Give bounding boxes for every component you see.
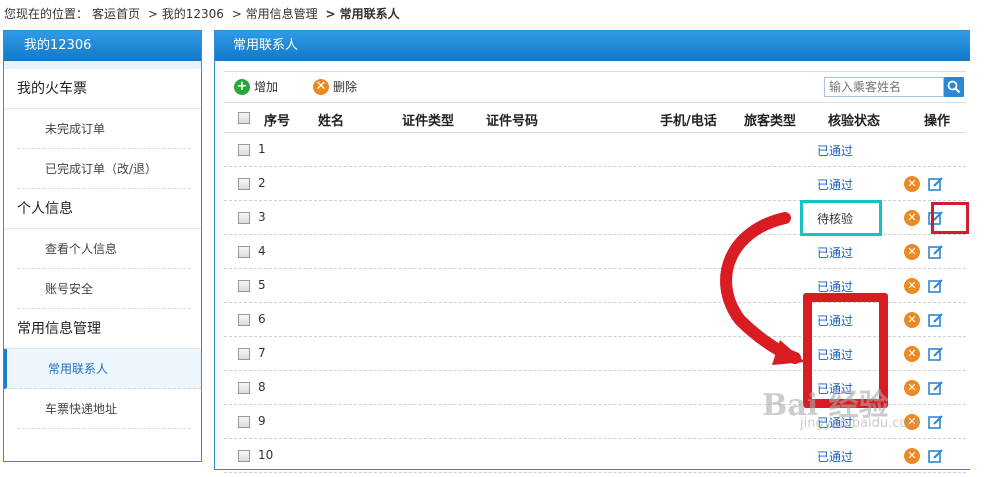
- panel-title: 常用联系人: [215, 31, 970, 61]
- col-actions: 操作: [924, 114, 951, 129]
- row-seq: 8: [258, 380, 266, 394]
- delete-row-icon[interactable]: ✕: [904, 244, 920, 260]
- sidebar-menu: 我的火车票 未完成订单 已完成订单（改/退） 个人信息 查看个人信息 账号安全 …: [4, 61, 201, 461]
- delete-row-icon[interactable]: ✕: [904, 210, 920, 226]
- edit-icon[interactable]: [928, 244, 944, 260]
- col-phone: 手机/电话: [660, 114, 717, 129]
- edit-icon[interactable]: [928, 278, 944, 294]
- edit-icon[interactable]: [928, 448, 944, 464]
- sidebar: 我的12306 我的火车票 未完成订单 已完成订单（改/退） 个人信息 查看个人…: [3, 30, 202, 462]
- sidebar-item-contacts[interactable]: 常用联系人: [4, 349, 201, 389]
- row-checkbox[interactable]: [238, 246, 250, 258]
- breadcrumb-current: > 常用联系人: [325, 7, 400, 21]
- add-button-label: 增加: [254, 80, 279, 94]
- edit-icon[interactable]: [928, 380, 944, 396]
- delete-icon: ✕: [313, 79, 329, 95]
- add-button[interactable]: + 增加: [234, 78, 278, 96]
- row-seq: 3: [258, 210, 266, 224]
- breadcrumb-prefix: 您现在的位置：: [4, 7, 89, 21]
- delete-button[interactable]: ✕ 删除: [313, 78, 357, 96]
- row-seq: 5: [258, 278, 266, 292]
- row-status[interactable]: 已通过: [817, 244, 853, 261]
- row-checkbox[interactable]: [238, 450, 250, 462]
- sidebar-item-delivery-address[interactable]: 车票快递地址: [17, 389, 191, 429]
- sidebar-section-common-info[interactable]: 常用信息管理: [4, 309, 201, 349]
- col-name: 姓名: [318, 114, 345, 129]
- delete-button-label: 删除: [333, 80, 358, 94]
- sidebar-item-account-security[interactable]: 账号安全: [17, 269, 191, 309]
- annotation-arrow-icon: [720, 212, 805, 365]
- row-seq: 6: [258, 312, 266, 326]
- row-seq: 7: [258, 346, 266, 360]
- row-checkbox[interactable]: [238, 416, 250, 428]
- row-seq: 4: [258, 244, 266, 258]
- delete-row-icon[interactable]: ✕: [904, 346, 920, 362]
- col-id-number: 证件号码: [486, 114, 539, 129]
- row-seq: 2: [258, 176, 266, 190]
- row-seq: 1: [258, 142, 266, 156]
- row-checkbox[interactable]: [238, 382, 250, 394]
- edit-icon[interactable]: [928, 346, 944, 362]
- col-id-type: 证件类型: [402, 114, 455, 129]
- edit-icon[interactable]: [928, 312, 944, 328]
- delete-row-icon[interactable]: ✕: [904, 278, 920, 294]
- delete-row-icon[interactable]: ✕: [904, 380, 920, 396]
- table-row: 1 已通过: [224, 133, 966, 167]
- search-input[interactable]: [824, 77, 944, 97]
- delete-row-icon[interactable]: ✕: [904, 312, 920, 328]
- sidebar-item-unfinished-orders[interactable]: 未完成订单: [17, 109, 191, 149]
- breadcrumb-info-mgmt[interactable]: > 常用信息管理: [232, 7, 318, 21]
- row-status[interactable]: 已通过: [817, 176, 853, 193]
- edit-icon[interactable]: [928, 414, 944, 430]
- table-row: 4 已通过 ✕: [224, 235, 966, 269]
- edit-icon[interactable]: [928, 176, 944, 192]
- sidebar-item-finished-orders[interactable]: 已完成订单（改/退）: [17, 149, 191, 189]
- table-row: 10 已通过 ✕: [224, 439, 966, 473]
- breadcrumb-home[interactable]: 客运首页: [92, 7, 140, 21]
- search-button[interactable]: [944, 77, 964, 97]
- sidebar-section-personal-info[interactable]: 个人信息: [4, 189, 201, 229]
- row-checkbox[interactable]: [238, 144, 250, 156]
- row-seq: 10: [258, 448, 274, 462]
- delete-row-icon[interactable]: ✕: [904, 176, 920, 192]
- row-status[interactable]: 已通过: [817, 142, 853, 159]
- delete-row-icon[interactable]: ✕: [904, 448, 920, 464]
- row-checkbox[interactable]: [238, 280, 250, 292]
- col-seq: 序号: [264, 114, 291, 129]
- row-checkbox[interactable]: [238, 178, 250, 190]
- row-checkbox[interactable]: [238, 212, 250, 224]
- sidebar-header: 我的12306: [4, 31, 201, 61]
- toolbar: + 增加 ✕ 删除: [224, 72, 966, 103]
- table-header: 序号 姓名 证件类型 证件号码 手机/电话 旅客类型 核验状态 操作: [224, 103, 966, 133]
- watermark-url: jingyan.baidu.com: [800, 416, 920, 431]
- col-status: 核验状态: [828, 114, 881, 129]
- row-checkbox[interactable]: [238, 348, 250, 360]
- breadcrumb: 您现在的位置： 客运首页 > 我的12306 > 常用信息管理 > 常用联系人: [4, 4, 404, 24]
- row-checkbox[interactable]: [238, 314, 250, 326]
- search-icon: [947, 80, 961, 94]
- highlight-pending-status: [800, 200, 882, 236]
- col-passenger-type: 旅客类型: [744, 114, 797, 129]
- select-all-checkbox[interactable]: [238, 112, 250, 124]
- plus-icon: +: [234, 79, 250, 95]
- row-seq: 9: [258, 414, 266, 428]
- sidebar-item-view-info[interactable]: 查看个人信息: [17, 229, 191, 269]
- sidebar-section-tickets[interactable]: 我的火车票: [4, 69, 201, 109]
- row-status[interactable]: 已通过: [817, 448, 853, 465]
- breadcrumb-my12306[interactable]: > 我的12306: [148, 7, 224, 21]
- highlight-edit-button: [931, 202, 969, 234]
- table-row: 2 已通过 ✕: [224, 167, 966, 201]
